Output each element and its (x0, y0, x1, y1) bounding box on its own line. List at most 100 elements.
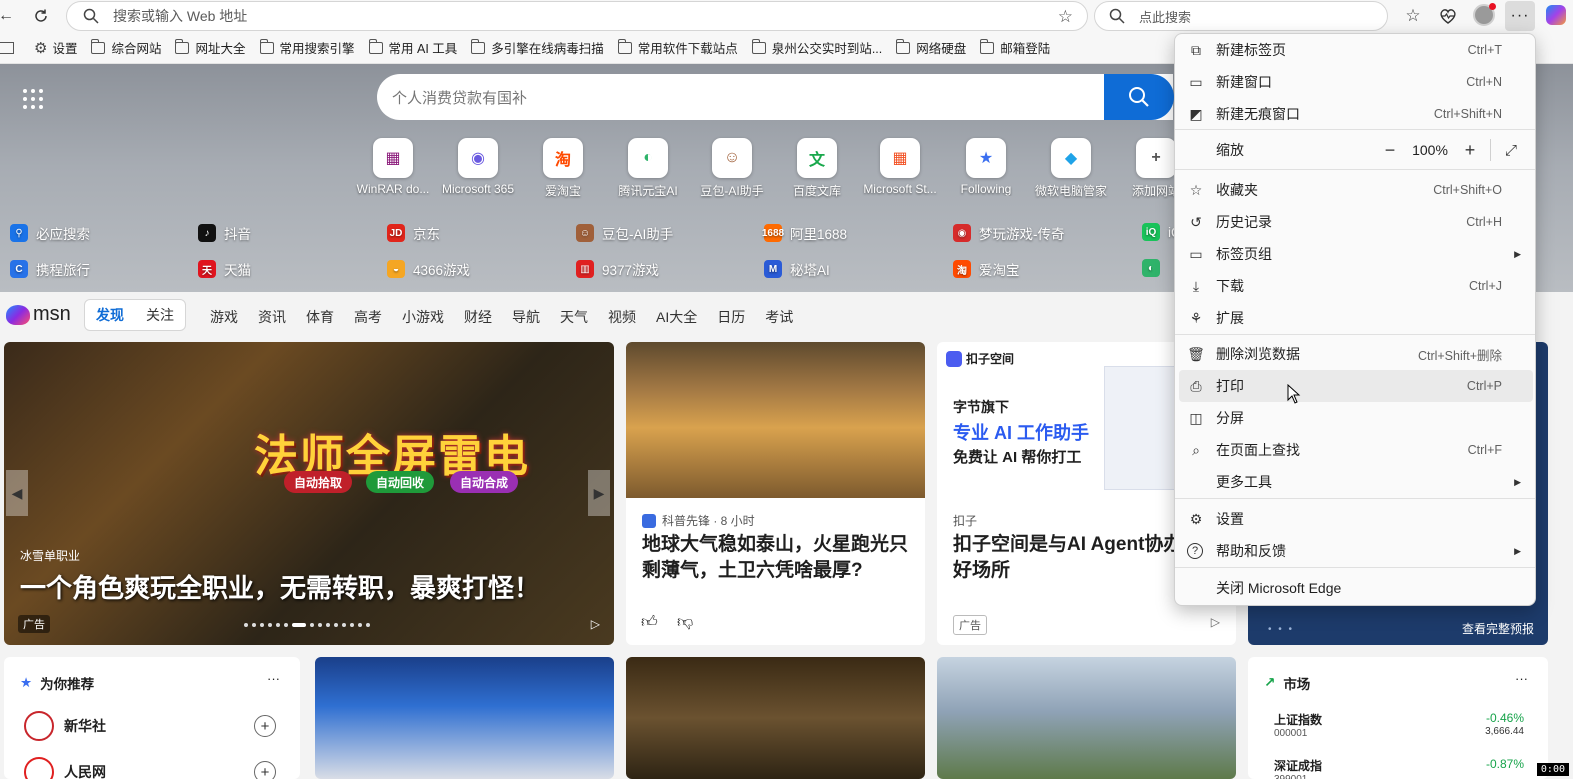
back-icon[interactable]: ← (0, 2, 20, 30)
menu-item[interactable]: 更多工具 ▶ (1179, 466, 1533, 498)
zoom-in-button[interactable]: + (1456, 136, 1484, 164)
news-card[interactable]: 科普先锋 · 8 小时 地球大气稳如泰山，火星跑光只剩薄气，土卫六凭啥最厚? 👍… (626, 342, 925, 645)
favorite-item[interactable]: 常用软件下载站点 (617, 38, 738, 57)
quick-link[interactable]: 淘爱淘宝 (953, 259, 1020, 279)
quick-link[interactable]: JD 京东 (387, 223, 440, 243)
quick-link[interactable]: ◒ 4366游戏 (387, 259, 470, 279)
favorite-item[interactable]: 邮箱登陆 (980, 38, 1050, 57)
market-row[interactable]: 深证成指 399001 -0.87% (1274, 757, 1524, 779)
menu-item[interactable]: ▭ 标签页组 ▶ (1179, 238, 1533, 270)
menu-item[interactable]: ▭ 新建窗口 Ctrl+N (1179, 66, 1533, 98)
game-image-card[interactable] (626, 657, 925, 779)
menu-item[interactable]: ? 帮助和反馈 ▶ (1179, 535, 1533, 567)
ad-choices-icon[interactable]: ▷ (591, 617, 600, 631)
quick-link[interactable]: ♪ 抖音 (198, 223, 251, 243)
thumbs-down-icon[interactable]: 👎︎ (677, 613, 693, 632)
shortcut-tile[interactable]: 文百度文库 (777, 138, 857, 199)
menu-item[interactable]: ⎙ 打印 Ctrl+P (1179, 370, 1533, 402)
game-ad-card[interactable]: 法师全屏雷电 自动拾取 自动回收 自动合成 ◀ ▶ 冰雪单职业 一个角色爽玩全职… (4, 342, 614, 645)
favorite-star-icon[interactable]: ☆ (1058, 7, 1073, 27)
tab-discover[interactable]: 发现 (85, 305, 135, 325)
favorite-item[interactable]: 常用搜索引擎 (259, 38, 355, 57)
shortcut-tile[interactable]: 淘爱淘宝 (523, 138, 603, 199)
menu-item[interactable]: ◩ 新建无痕窗口 Ctrl+Shift+N (1179, 98, 1533, 130)
heartbeat-icon[interactable] (1434, 2, 1462, 30)
favorite-item[interactable]: 网络硬盘 (896, 38, 966, 57)
feed-nav-item[interactable]: 天气 (560, 307, 588, 327)
favorite-item[interactable]: 网址大全 (175, 38, 246, 57)
shortcut-tile[interactable]: ◆ 微软电脑管家 (1031, 138, 1111, 199)
feed-nav-item[interactable]: 游戏 (210, 307, 238, 327)
refresh-icon[interactable] (27, 2, 55, 30)
shortcut-tile[interactable]: ◉ Microsoft 365 (438, 138, 518, 196)
ad-choices-icon[interactable]: ▷ (1211, 615, 1220, 629)
quick-link[interactable]: 天天猫 (198, 259, 251, 279)
carousel-next-button[interactable]: ▶ (588, 470, 610, 516)
weather-more-link[interactable]: 查看完整预报 (1462, 620, 1534, 637)
feed-nav-item[interactable]: 小游戏 (402, 307, 444, 327)
quick-link[interactable]: ☺ 豆包-AI助手 (576, 223, 673, 243)
shortcut-tile[interactable]: ▦ WinRAR do... (353, 138, 433, 196)
web-search-button[interactable] (1104, 74, 1174, 120)
tab-follow[interactable]: 关注 (135, 305, 185, 325)
favorites-icon[interactable]: ☆ (1399, 2, 1427, 30)
menu-item[interactable]: ⚘ 扩展 (1179, 302, 1533, 334)
favorite-item[interactable]: 综合网站 (91, 38, 161, 57)
menu-item[interactable]: ⤓ 下载 Ctrl+J (1179, 270, 1533, 302)
feed-nav-item[interactable]: 考试 (765, 307, 793, 327)
toolbar-search-box[interactable]: 点此搜索 (1094, 1, 1388, 31)
quick-link[interactable]: ▥ 9377游戏 (576, 259, 659, 279)
carousel-dots[interactable]: • • • (1268, 624, 1294, 635)
app-launcher-icon[interactable] (23, 89, 43, 109)
favorite-item[interactable]: 泉州公交实时到站... (751, 38, 882, 57)
news-image-card[interactable] (315, 657, 614, 779)
feed-nav-item[interactable]: 日历 (717, 307, 745, 327)
shortcut-tile[interactable]: ☺ 豆包-AI助手 (692, 138, 772, 199)
menu-item[interactable]: ☆ 收藏夹 Ctrl+Shift+O (1179, 174, 1533, 206)
menu-item[interactable]: ⌕ 在页面上查找 Ctrl+F (1179, 434, 1533, 466)
fullscreen-icon[interactable]: ⤢ (1497, 136, 1525, 164)
market-row[interactable]: 上证指数 000001 -0.46% 3,666.44 (1274, 711, 1524, 739)
favorite-item[interactable]: 多引擎在线病毒扫描 (471, 38, 604, 57)
feed-nav-item[interactable]: 体育 (306, 307, 334, 327)
menu-item[interactable]: ◫ 分屏 (1179, 402, 1533, 434)
menu-item[interactable]: 缩放 −100% + ⤢ (1179, 134, 1533, 166)
address-bar[interactable]: 搜索或输入 Web 地址 ☆ (66, 1, 1088, 31)
copilot-icon[interactable] (1546, 5, 1566, 25)
feed-nav-item[interactable]: 视频 (608, 307, 636, 327)
feed-nav-item[interactable]: 资讯 (258, 307, 286, 327)
shortcut-tile[interactable]: ◐ 腾讯元宝AI (608, 138, 688, 199)
web-search-input[interactable]: 个人消费贷款有国补 (377, 74, 1173, 120)
photo-card[interactable] (937, 657, 1236, 779)
msn-logo[interactable]: msn (6, 303, 71, 326)
feed-nav-item[interactable]: 高考 (354, 307, 382, 327)
collapse-icon[interactable] (0, 41, 14, 54)
follow-button[interactable]: + (254, 761, 276, 779)
carousel-dots[interactable] (244, 623, 370, 627)
menu-item[interactable]: ⚙ 设置 (1179, 503, 1533, 535)
menu-item[interactable]: 关闭 Microsoft Edge (1179, 572, 1533, 604)
thumbs-up-icon[interactable]: 👍︎ (641, 613, 658, 632)
shortcut-tile[interactable]: ★ Following (946, 138, 1026, 196)
feed-nav-item[interactable]: 财经 (464, 307, 492, 327)
quick-link[interactable]: ◉ 梦玩游戏-传奇 (953, 223, 1065, 243)
quick-link[interactable]: C 携程旅行 (10, 259, 90, 279)
quick-link[interactable]: ⚲ 必应搜索 (10, 223, 90, 243)
menu-item[interactable]: 🗑︎ 删除浏览数据 Ctrl+Shift+删除 (1179, 338, 1533, 370)
feed-nav-item[interactable]: 导航 (512, 307, 540, 327)
menu-item[interactable]: ↺ 历史记录 Ctrl+H (1179, 206, 1533, 238)
favorite-item[interactable]: 常用 AI 工具 (368, 38, 457, 57)
menu-item[interactable]: ⧉ 新建标签页 Ctrl+T (1179, 34, 1533, 66)
recommend-item[interactable]: 人民网 (24, 757, 106, 779)
more-options-icon[interactable]: ··· (1515, 671, 1528, 686)
zoom-out-button[interactable]: − (1376, 136, 1404, 164)
shortcut-tile[interactable]: ▦ Microsoft St... (860, 138, 940, 196)
quick-link[interactable]: ◐ (1142, 259, 1168, 277)
carousel-prev-button[interactable]: ◀ (6, 470, 28, 516)
follow-button[interactable]: + (254, 715, 276, 737)
more-menu-button[interactable]: ··· (1505, 1, 1535, 31)
profile-avatar[interactable] (1473, 3, 1496, 26)
quick-link[interactable]: M 秘塔AI (764, 259, 830, 279)
favorite-item[interactable]: ⚙ 设置 (34, 38, 77, 57)
news-title[interactable]: 地球大气稳如泰山，火星跑光只剩薄气，土卫六凭啥最厚? (642, 532, 914, 584)
